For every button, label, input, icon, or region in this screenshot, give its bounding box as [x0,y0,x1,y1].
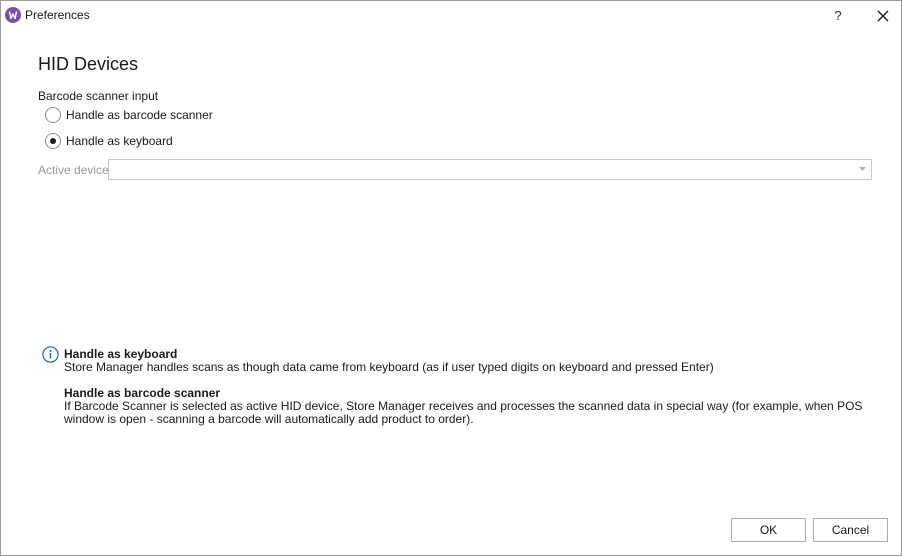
radio-circle[interactable] [45,107,61,123]
radio-circle-selected[interactable] [45,133,61,149]
active-device-label: Active device [38,163,109,177]
radio-label[interactable]: Handle as barcode scanner [66,108,213,122]
info-icon [42,346,59,363]
app-logo-icon [5,7,21,23]
info-keyboard: Handle as keyboard Store Manager handles… [64,348,864,374]
chevron-down-icon [859,167,866,171]
radio-label[interactable]: Handle as keyboard [66,134,173,148]
info-scanner-text: If Barcode Scanner is selected as active… [64,399,863,426]
help-button[interactable]: ? [827,5,849,27]
window-title: Preferences [25,8,90,22]
info-scanner: Handle as barcode scanner If Barcode Sca… [64,387,864,426]
ok-button[interactable]: OK [731,518,806,542]
radio-selected-dot [50,138,56,144]
title-bar: Preferences ? [1,1,901,31]
preferences-window: Preferences ? HID Devices Barcode scanne… [0,0,902,556]
cancel-button[interactable]: Cancel [813,518,888,542]
active-device-dropdown[interactable] [108,159,872,180]
close-icon [877,10,889,22]
radio-handle-as-barcode-scanner[interactable]: Handle as barcode scanner [45,107,225,125]
close-button[interactable] [871,5,895,27]
page-title: HID Devices [38,54,139,74]
radio-handle-as-keyboard[interactable]: Handle as keyboard [45,133,185,151]
info-keyboard-text: Store Manager handles scans as though da… [64,360,714,374]
barcode-input-group-label: Barcode scanner input [38,89,159,103]
